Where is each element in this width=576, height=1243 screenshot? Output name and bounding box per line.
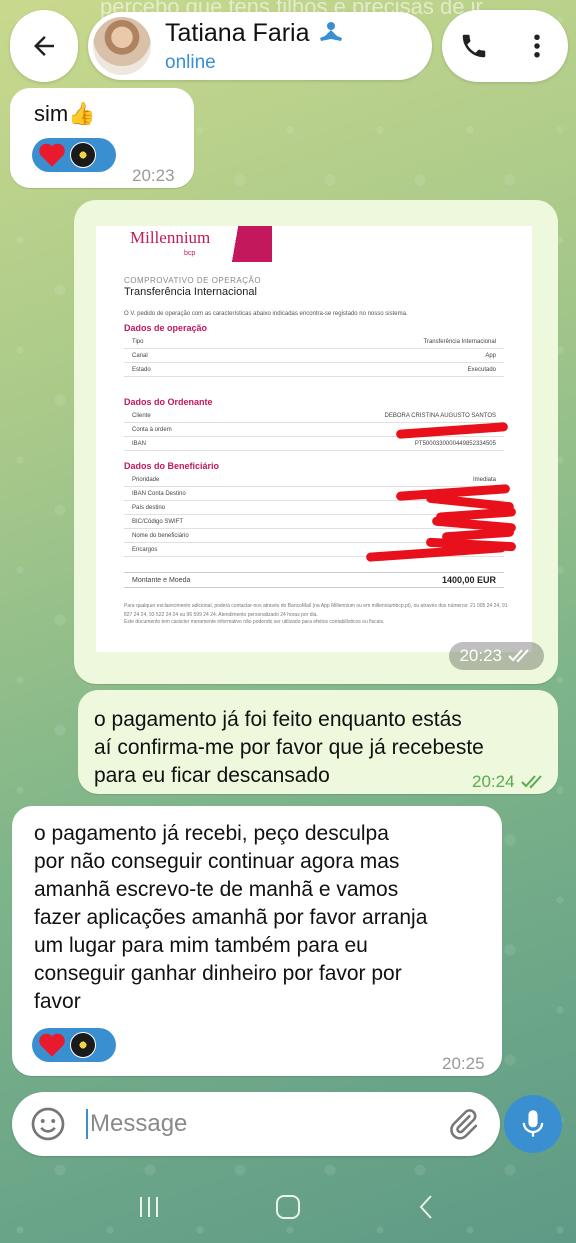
row-value: App (485, 352, 496, 359)
double-check-icon (520, 775, 542, 789)
message-composer: Message (12, 1092, 500, 1156)
home-icon[interactable] (273, 1192, 303, 1222)
receipt-footer: Este documento tem carácter meramente in… (124, 619, 385, 625)
back-nav-icon[interactable] (412, 1192, 442, 1222)
receipt-image[interactable]: Millennium bcp COMPROVATIVO DE OPERAÇÃO … (96, 226, 532, 652)
contact-info: Tatiana Faria online (165, 19, 344, 74)
reactor-avatar (70, 1032, 96, 1058)
amount-label: Montante e Moeda (132, 576, 191, 584)
emoji-icon[interactable] (30, 1106, 66, 1142)
mic-icon (522, 1110, 544, 1137)
row-label: Tipo (132, 338, 144, 345)
contact-profile[interactable]: Tatiana Faria online (88, 12, 432, 80)
meditation-emoji-icon (319, 22, 342, 41)
message-reactions (32, 138, 116, 172)
row-value: Transferência Internacional (423, 338, 496, 345)
message-line: por não conseguir continuar agora mas (34, 850, 400, 873)
receipt-note: O V. pedido de operação com as caracterí… (124, 311, 408, 317)
message-line: o pagamento já foi feito enquanto estás (94, 708, 462, 731)
section-heading: Dados de operação (124, 323, 208, 333)
message-time: 20:23 (459, 646, 502, 665)
text-cursor (86, 1109, 88, 1139)
back-arrow-icon (34, 36, 54, 56)
bank-logo-sub: bcp (184, 250, 196, 257)
row-label: Nome do beneficiário (132, 532, 189, 539)
receipt-amount-row: Montante e Moeda 1400,00 EUR (124, 572, 504, 588)
photo-time-badge: 20:23 (449, 642, 544, 670)
row-label: Conta à ordem (132, 426, 172, 433)
reaction-heart[interactable] (32, 138, 116, 172)
receipt-row: Cliente DEBORA CRISTINA AUGUSTO SANTOS (124, 410, 504, 423)
receipt-row: Estado Executado (124, 364, 504, 377)
header-actions (442, 10, 568, 82)
receipt-row: Prioridade Imediata (124, 474, 504, 487)
message-line: amanhã escrevo-te de manhã e vamos (34, 878, 399, 901)
contact-name-text: Tatiana Faria (165, 18, 310, 47)
row-label: IBAN Conta Destino (132, 490, 186, 497)
message-text: sim👍 (34, 101, 96, 126)
reactor-avatar (70, 142, 96, 168)
receipt-title: Transferência Internacional (124, 286, 257, 298)
receipt-row: IBAN PT50003300004498523345​05 (124, 438, 504, 451)
more-vert-icon[interactable] (522, 31, 552, 61)
system-nav-bar (0, 1170, 576, 1243)
row-value: Executado (467, 366, 496, 373)
section-heading: Dados do Ordenante (124, 397, 213, 407)
row-label: BIC/Código SWIFT (132, 518, 184, 525)
back-button[interactable] (10, 10, 78, 82)
row-label: Canal (132, 352, 148, 359)
double-check-icon (508, 649, 529, 663)
avatar[interactable] (91, 15, 153, 77)
row-label: IBAN (132, 440, 147, 447)
message-time-text: 20:24 (472, 772, 515, 791)
red-heart-icon (39, 143, 65, 167)
chat-header: percebo que tens filhos e precisas de ir… (0, 0, 576, 88)
receipt-label: COMPROVATIVO DE OPERAÇÃO (124, 276, 262, 285)
message-reactions (32, 1028, 116, 1062)
section-heading: Dados do Beneficiário (124, 461, 220, 471)
phone-icon[interactable] (459, 31, 489, 61)
attach-icon[interactable] (446, 1107, 480, 1141)
message-line: fazer aplicações amanhã por favor arranj… (34, 906, 428, 929)
recent-apps-icon[interactable] (134, 1192, 164, 1222)
voice-record-button[interactable] (504, 1095, 562, 1153)
message-line: aí confirma-me por favor que já recebest… (94, 736, 484, 759)
amount-value: 1400,00 EUR (441, 574, 496, 585)
message-line: favor (34, 990, 81, 1013)
red-heart-icon (39, 1033, 65, 1057)
message-bubble-outgoing[interactable]: o pagamento já foi feito enquanto estás … (78, 690, 558, 794)
contact-name: Tatiana Faria (165, 19, 344, 48)
receipt-row: Canal App (124, 350, 504, 363)
row-value: DEBORA CRISTINA AUGUSTO SANTOS (384, 412, 496, 419)
bank-logo: Millennium (130, 228, 211, 247)
message-bubble-incoming[interactable]: sim👍 20:23 (10, 88, 194, 188)
row-label: Estado (132, 366, 151, 373)
photo-message[interactable]: Millennium bcp COMPROVATIVO DE OPERAÇÃO … (74, 200, 558, 684)
reaction-heart[interactable] (32, 1028, 116, 1062)
row-label: Prioridade (132, 476, 160, 483)
row-label: Encargos (132, 546, 158, 553)
message-bubble-incoming[interactable]: o pagamento já recebi, peço desculpa por… (12, 806, 502, 1076)
message-time: 20:23 (132, 166, 175, 185)
row-label: Cliente (132, 412, 151, 419)
message-line: o pagamento já recebi, peço desculpa (34, 822, 389, 845)
message-time: 20:25 (442, 1054, 485, 1073)
row-value: Imediata (472, 476, 496, 483)
row-value: PT50003300004498523345​05 (414, 440, 496, 447)
contact-status: online (165, 51, 216, 73)
message-time: 20:24 (472, 768, 547, 796)
message-line: um lugar para mim também para eu (34, 934, 368, 957)
message-line: conseguir ganhar dinheiro por favor por (34, 962, 402, 985)
message-input[interactable]: Message (86, 1109, 187, 1139)
message-placeholder: Message (90, 1110, 188, 1137)
row-label: País destino (132, 504, 166, 511)
receipt-row: Tipo Transferência Internacional (124, 336, 504, 349)
